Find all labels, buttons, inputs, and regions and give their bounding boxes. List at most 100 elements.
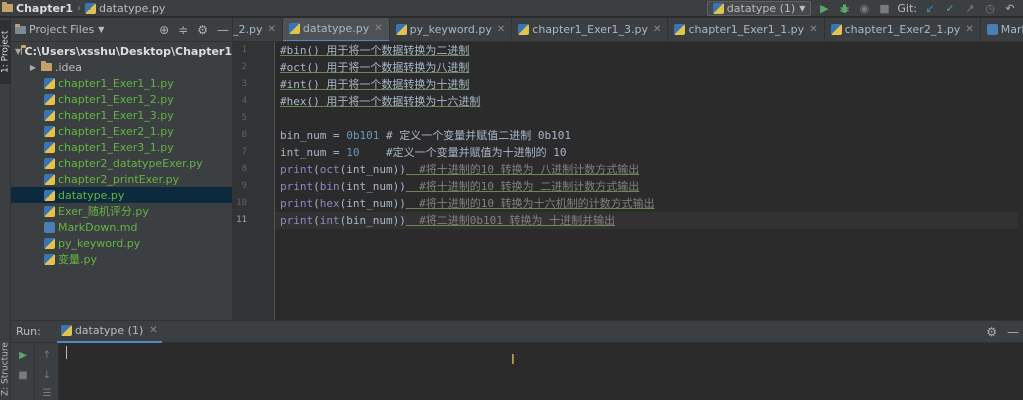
coverage-button[interactable]: ◉ bbox=[857, 2, 871, 16]
code-line-8: print(oct(int_num)) #将十进制的10 转换为 八进制计数方式… bbox=[280, 161, 639, 178]
python-file-icon bbox=[674, 24, 686, 35]
breadcrumb-root[interactable]: Chapter1 bbox=[16, 2, 73, 15]
close-icon[interactable]: ✕ bbox=[809, 24, 817, 35]
project-panel-title[interactable]: Project Files bbox=[29, 23, 94, 36]
code-line-9: print(bin(int_num)) #将十进制的10 转换为 二进制计数方式… bbox=[280, 178, 639, 195]
code-line-6: bin_num = 0b101 # 定义一个变量并赋值二进制 0b101 bbox=[280, 127, 571, 144]
run-actions-toolbar: ▶ ■ bbox=[11, 343, 35, 400]
revert-button[interactable]: ↶ bbox=[1003, 2, 1017, 16]
close-icon[interactable]: ✕ bbox=[965, 24, 973, 35]
tree-item[interactable]: chapter1_Exer3_1.py bbox=[11, 139, 232, 155]
tree-item[interactable]: py_keyword.py bbox=[11, 235, 232, 251]
tab-label: _2.py bbox=[233, 23, 263, 36]
editor-tab[interactable]: chapter1_Exer2_1.py ✕ bbox=[825, 18, 981, 41]
comment: #将十进制的10 转换为十六机制的计数方式输出 bbox=[405, 197, 655, 210]
line-number: 2 bbox=[241, 62, 247, 72]
line-number: 6 bbox=[241, 130, 247, 140]
chevron-right-icon[interactable]: ▶ bbox=[28, 63, 38, 72]
down-arrow-icon[interactable]: ↓ bbox=[41, 369, 53, 381]
markdown-file-icon bbox=[986, 24, 998, 35]
console-output[interactable]: I bbox=[59, 343, 1023, 400]
folder-icon bbox=[2, 2, 13, 12]
code-editor[interactable]: 1 2 3 4 5 6 7 8 9 10 11 #bin() 用于将一个数据转换… bbox=[233, 42, 1023, 320]
collapse-all-icon[interactable]: ≑ bbox=[178, 23, 188, 37]
editor-tab[interactable]: MarkDown.md bbox=[981, 18, 1023, 41]
tree-item[interactable]: chapter2_datatypeExer.py bbox=[11, 155, 232, 171]
tree-item[interactable]: chapter1_Exer1_2.py bbox=[11, 91, 232, 107]
close-icon[interactable]: ✕ bbox=[374, 23, 382, 34]
minimize-icon[interactable]: — bbox=[217, 23, 229, 37]
tree-root[interactable]: ▼ C:\Users\xsshu\Desktop\Chapter1 bbox=[11, 43, 232, 59]
tree-item[interactable]: chapter1_Exer1_1.py bbox=[11, 75, 232, 91]
breadcrumb: Chapter1 › datatype.py bbox=[0, 2, 165, 15]
editor-tab[interactable]: py_keyword.py ✕ bbox=[390, 18, 513, 41]
close-icon[interactable]: ✕ bbox=[149, 325, 157, 336]
tree-item[interactable]: 变量.py bbox=[11, 251, 232, 267]
python-file-icon bbox=[44, 237, 55, 249]
history-icon[interactable]: ◷ bbox=[983, 2, 997, 16]
editor-tab[interactable]: _2.py ✕ bbox=[233, 18, 283, 41]
debug-button[interactable] bbox=[837, 2, 851, 16]
line-number: 3 bbox=[241, 79, 247, 89]
tree-item-label: Exer_随机评分.py bbox=[58, 205, 149, 218]
breadcrumb-file[interactable]: datatype.py bbox=[99, 2, 165, 15]
gear-icon[interactable]: ⚙ bbox=[986, 325, 997, 339]
editor-tab[interactable]: chapter1_Exer1_1.py ✕ bbox=[668, 18, 825, 41]
line-number: 4 bbox=[241, 96, 247, 106]
tree-item[interactable]: Exer_随机评分.py bbox=[11, 203, 232, 219]
chevron-down-icon[interactable]: ▼ bbox=[98, 25, 104, 34]
git-update-button[interactable]: ↙ bbox=[923, 2, 937, 16]
breadcrumb-separator-icon: › bbox=[77, 2, 81, 14]
run-configuration-select[interactable]: datatype (1) ▼ bbox=[706, 1, 812, 16]
tree-item[interactable]: chapter1_Exer2_1.py bbox=[11, 123, 232, 139]
editor-tabs: _2.py ✕ datatype.py ✕ py_keyword.py ✕ chapt… bbox=[233, 18, 1023, 42]
close-icon[interactable]: ✕ bbox=[497, 24, 505, 35]
stop-button[interactable]: ■ bbox=[877, 2, 891, 16]
python-file-icon bbox=[395, 24, 407, 35]
tree-item[interactable]: chapter2_printExer.py bbox=[11, 171, 232, 187]
line-number-gutter: 1 2 3 4 5 6 7 8 9 10 11 bbox=[233, 42, 275, 320]
comment: #定义一个变量并赋值为十进制的 10 bbox=[359, 146, 567, 159]
tree-item[interactable]: MarkDown.md bbox=[11, 219, 232, 235]
line-number: 8 bbox=[241, 164, 247, 174]
comment: #将十进制的10 转换为 二进制计数方式输出 bbox=[405, 180, 640, 193]
tree-item-label: chapter1_Exer3_1.py bbox=[58, 140, 174, 154]
structure-tool-tab[interactable]: Z: Structure bbox=[0, 338, 11, 400]
tree-item-label: chapter1_Exer1_2.py bbox=[58, 92, 174, 106]
code-line-2: #oct() 用于将一个数据转换为八进制 bbox=[280, 59, 469, 76]
comment: #将十进制的10 转换为 八进制计数方式输出 bbox=[405, 163, 640, 176]
comment: #将二进制0b101 转换为 十进制并输出 bbox=[405, 214, 616, 227]
tab-label: chapter1_Exer1_1.py bbox=[688, 23, 805, 36]
editor-tab[interactable]: chapter1_Exer1_3.py ✕ bbox=[512, 18, 669, 41]
python-file-icon bbox=[44, 253, 55, 265]
tree-item-idea[interactable]: ▶ .idea bbox=[11, 59, 232, 75]
wrap-icon[interactable]: ☰ bbox=[41, 387, 53, 399]
minimize-icon[interactable]: — bbox=[1007, 325, 1019, 339]
tree-item-selected[interactable]: datatype.py bbox=[11, 187, 232, 203]
git-push-button[interactable]: ↗ bbox=[963, 2, 977, 16]
up-arrow-icon[interactable]: ↑ bbox=[41, 349, 53, 361]
code-line-1: #bin() 用于将一个数据转换为二进制 bbox=[280, 42, 469, 59]
tab-label: py_keyword.py bbox=[409, 23, 492, 36]
rerun-button[interactable]: ▶ bbox=[17, 349, 29, 361]
chevron-down-icon: ▼ bbox=[799, 4, 806, 13]
python-file-icon bbox=[60, 325, 72, 336]
gear-icon[interactable]: ⚙ bbox=[197, 23, 208, 37]
navigation-bar: Chapter1 › datatype.py datatype (1) ▼ ▶ … bbox=[0, 0, 1023, 17]
run-button[interactable]: ▶ bbox=[817, 2, 831, 16]
folder-icon bbox=[41, 61, 52, 71]
builtin-name: hex bbox=[319, 197, 340, 210]
tree-item-label: chapter2_datatypeExer.py bbox=[58, 156, 203, 170]
close-icon[interactable]: ✕ bbox=[653, 24, 661, 35]
locate-icon[interactable]: ⊕ bbox=[159, 23, 169, 37]
close-icon[interactable]: ✕ bbox=[268, 24, 276, 35]
editor-tab-active[interactable]: datatype.py ✕ bbox=[282, 18, 390, 41]
toolbar-right: datatype (1) ▼ ▶ ◉ ■ Git: ↙ ✓ ↗ ◷ ↶ bbox=[706, 0, 1023, 17]
tree-item[interactable]: chapter1_Exer1_3.py bbox=[11, 107, 232, 123]
git-commit-button[interactable]: ✓ bbox=[943, 2, 957, 16]
run-tab[interactable]: datatype (1) ✕ bbox=[56, 321, 162, 343]
run-scroll-toolbar: ↑ ↓ ☰ bbox=[35, 343, 59, 400]
stop-button[interactable]: ■ bbox=[17, 369, 29, 381]
builtin-name: bin bbox=[319, 180, 340, 193]
project-tool-tab[interactable]: 1: Project bbox=[0, 20, 11, 84]
